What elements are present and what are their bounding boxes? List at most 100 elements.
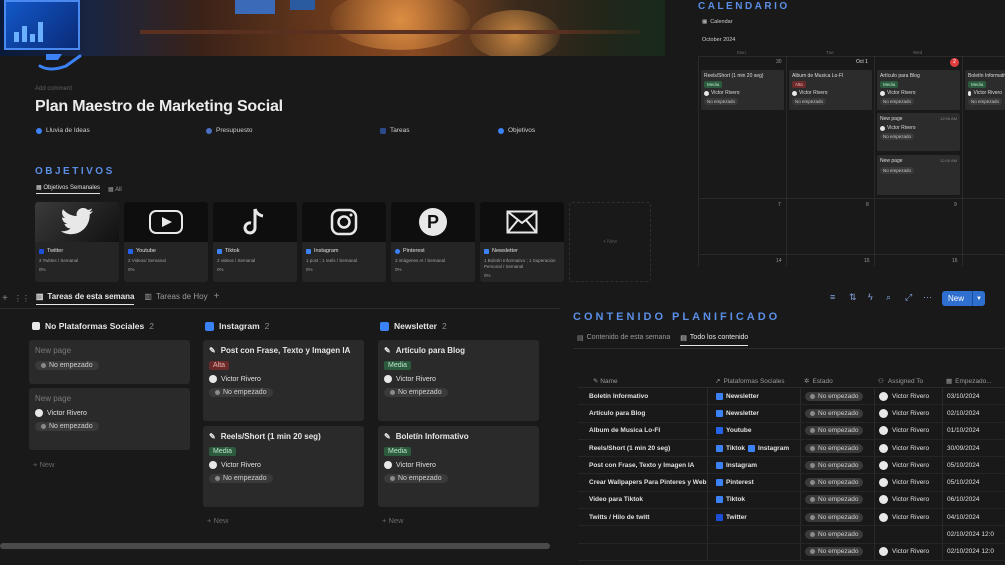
new-goal-button[interactable]: + New (569, 202, 651, 282)
row-assigned[interactable]: Victor Rivero (874, 405, 942, 422)
row-assigned[interactable]: Victor Rivero (874, 491, 942, 509)
table-row[interactable]: No empezado Victor Rivero 02/10/2024 12:0 (578, 543, 1005, 561)
row-name[interactable]: Reels/Short (1 min 20 seg) (578, 445, 707, 452)
goal-card-youtube[interactable]: Youtube 2 Videos/ Semanal 0% (124, 202, 208, 282)
row-platforms[interactable] (707, 526, 800, 543)
row-platforms[interactable]: Newsletter (707, 405, 800, 422)
row-estado[interactable]: No empezado (800, 474, 874, 491)
row-date[interactable]: 04/10/2024 (942, 509, 1005, 526)
tab-todo-contenido[interactable]: ▤ Todo los contenido (680, 334, 749, 346)
goal-card-tiktok[interactable]: Tiktok 2 videos / Semanal 0% (213, 202, 297, 282)
row-date[interactable]: 05/10/2024 (942, 457, 1005, 474)
goal-card-twitter[interactable]: Twitter 2 Twittes / Semanal 0% (35, 202, 119, 282)
calendar-event-card[interactable]: Album de Musica Lo-FI Alta Victor Rivero… (789, 70, 872, 110)
goal-card-pinterest[interactable]: P Pinterest 3 imágenes AI / Semanal 0% (391, 202, 475, 282)
add-comment-link[interactable]: Add comment (35, 86, 72, 92)
row-estado[interactable]: No empezado (800, 526, 874, 543)
filter-icon[interactable]: ≡ (830, 292, 835, 302)
goal-card-newsletter[interactable]: Newsletter 1 Boletín Informativo ; 1 Sup… (480, 202, 564, 282)
col-assigned[interactable]: ⚇ Assigned To (874, 375, 942, 387)
tab-contenido-semana[interactable]: ▤ Contenido de esta semana (577, 334, 670, 346)
nav-presupuesto[interactable]: Presupuesto (206, 127, 253, 134)
more-options-icon[interactable]: ··· (923, 292, 932, 302)
row-assigned[interactable]: Victor Rivero (874, 457, 942, 474)
row-platforms[interactable]: Twitter (707, 509, 800, 526)
board-column-header[interactable]: No Plataformas Sociales 2 (32, 321, 154, 331)
row-assigned[interactable]: Victor Rivero (874, 388, 942, 405)
calendar-event-card[interactable]: New page 12:00 AM Victor Rivero No empeza… (877, 113, 960, 151)
nav-lluvia-de-ideas[interactable]: Lluvia de Ideas (36, 127, 90, 134)
row-platforms[interactable]: Tiktok (707, 491, 800, 509)
row-assigned[interactable]: Victor Rivero (874, 543, 942, 560)
row-platforms[interactable]: Tiktok Instagram (707, 439, 800, 457)
calendar-event-card[interactable]: Artículo para Blog Media Victor Rivero N… (877, 70, 960, 110)
row-platforms[interactable]: Instagram (707, 457, 800, 474)
new-card-button[interactable]: + New (382, 516, 403, 525)
board-card[interactable]: ✎ Artículo para Blog Media Victor Rivero … (378, 340, 539, 421)
row-date[interactable]: 05/10/2024 (942, 474, 1005, 491)
calendar-event-card[interactable]: New page 12:00 AM No empezado (877, 155, 960, 195)
row-platforms[interactable]: Youtube (707, 422, 800, 439)
row-date[interactable]: 03/10/2024 (942, 388, 1005, 405)
expand-icon[interactable]: ⤢ (905, 292, 912, 303)
tab-objetivos-semanales[interactable]: ▦ Objetivos Semanales (36, 184, 101, 194)
goal-card-instagram[interactable]: Instagram 1 post ; 1 reels / Semanal 0% (302, 202, 386, 282)
row-assigned[interactable]: Victor Rivero (874, 422, 942, 439)
calendar-event-card[interactable]: Reels/Short (1 min 20 seg) Media Victor … (701, 70, 784, 110)
nav-tareas[interactable]: Tareas (380, 127, 410, 134)
row-estado[interactable]: No empezado (800, 405, 874, 422)
table-row[interactable]: Boletín Informativo Newsletter No empezado… (578, 388, 1005, 406)
drag-handle-icon[interactable]: ⋮⋮ (14, 294, 30, 303)
tab-tareas-esta-semana[interactable]: ▥ Tareas de esta semana (35, 292, 135, 305)
tab-all[interactable]: ▦ All (108, 186, 122, 193)
automation-bolt-icon[interactable]: ϟ (868, 292, 873, 302)
board-card[interactable]: ✎ Boletín Informativo Media Victor Rivero… (378, 426, 539, 507)
new-card-button[interactable]: + New (33, 460, 54, 469)
row-estado[interactable]: No empezado (800, 543, 874, 560)
calendar-view-tab[interactable]: ▦ Calendar (702, 19, 733, 25)
nav-objetivos[interactable]: Objetivos (498, 127, 535, 134)
board-card[interactable]: New page Victor Rivero No empezado (29, 388, 190, 450)
tab-tareas-de-hoy[interactable]: ▥ Tareas de Hoy (144, 292, 207, 304)
row-estado[interactable]: No empezado (800, 491, 874, 509)
row-estado[interactable]: No empezado (800, 457, 874, 474)
board-card[interactable]: ✎ Reels/Short (1 min 20 seg) Media Victor… (203, 426, 364, 507)
horizontal-scrollbar[interactable] (0, 543, 550, 549)
chevron-down-icon[interactable]: ▼ (972, 291, 985, 306)
calendar-event-card[interactable]: Boletín Informativo Media Victor Rivero … (965, 70, 1005, 110)
new-entry-button[interactable]: New ▼ (942, 291, 985, 306)
row-name[interactable]: Twitts / Hilo de twitt (578, 514, 707, 521)
row-estado[interactable]: No empezado (800, 439, 874, 457)
board-card[interactable]: ✎ Post con Frase, Texto y Imagen IA Alta … (203, 340, 364, 421)
row-estado[interactable]: No empezado (800, 422, 874, 439)
board-card[interactable]: New page No empezado (29, 340, 190, 384)
row-date[interactable]: 02/10/2024 (942, 405, 1005, 422)
row-name[interactable]: Crear Wallpapers Para Pinteres y Web (578, 479, 707, 486)
table-row[interactable]: No empezado 02/10/2024 12:0 (578, 526, 1005, 544)
row-date[interactable]: 06/10/2024 (942, 491, 1005, 509)
row-name[interactable]: Artículo para Blog (578, 410, 707, 417)
row-assigned[interactable] (874, 526, 942, 543)
row-date[interactable]: 30/09/2024 (942, 439, 1005, 457)
table-row[interactable]: Album de Musica Lo-FI Youtube No empezado V… (578, 422, 1005, 440)
row-platforms[interactable] (707, 543, 800, 560)
row-date[interactable]: 02/10/2024 12:0 (942, 543, 1005, 560)
row-estado[interactable]: No empezado (800, 388, 874, 405)
col-name[interactable]: ✎ Name (578, 377, 707, 385)
row-assigned[interactable]: Victor Rivero (874, 509, 942, 526)
row-platforms[interactable]: Pinterest (707, 474, 800, 491)
sort-icon[interactable]: ⇅ (849, 292, 857, 303)
col-plataformas[interactable]: ↗ Plataformas Sociales (707, 375, 800, 387)
board-column-header[interactable]: Newsletter 2 (380, 321, 447, 331)
row-name[interactable]: Video para Tiktok (578, 496, 707, 503)
table-row[interactable]: Post con Frase, Texto y Imagen IA Instagr… (578, 457, 1005, 475)
row-name[interactable]: Album de Musica Lo-FI (578, 427, 707, 434)
row-assigned[interactable]: Victor Rivero (874, 474, 942, 491)
row-estado[interactable]: No empezado (800, 509, 874, 526)
board-column-header[interactable]: Instagram 2 (205, 321, 269, 331)
table-row[interactable]: Artículo para Blog Newsletter No empezado V… (578, 405, 1005, 423)
row-assigned[interactable]: Victor Rivero (874, 439, 942, 457)
row-name[interactable]: Boletín Informativo (578, 393, 707, 400)
add-view-icon[interactable]: + (214, 291, 220, 305)
row-platforms[interactable]: Newsletter (707, 388, 800, 405)
